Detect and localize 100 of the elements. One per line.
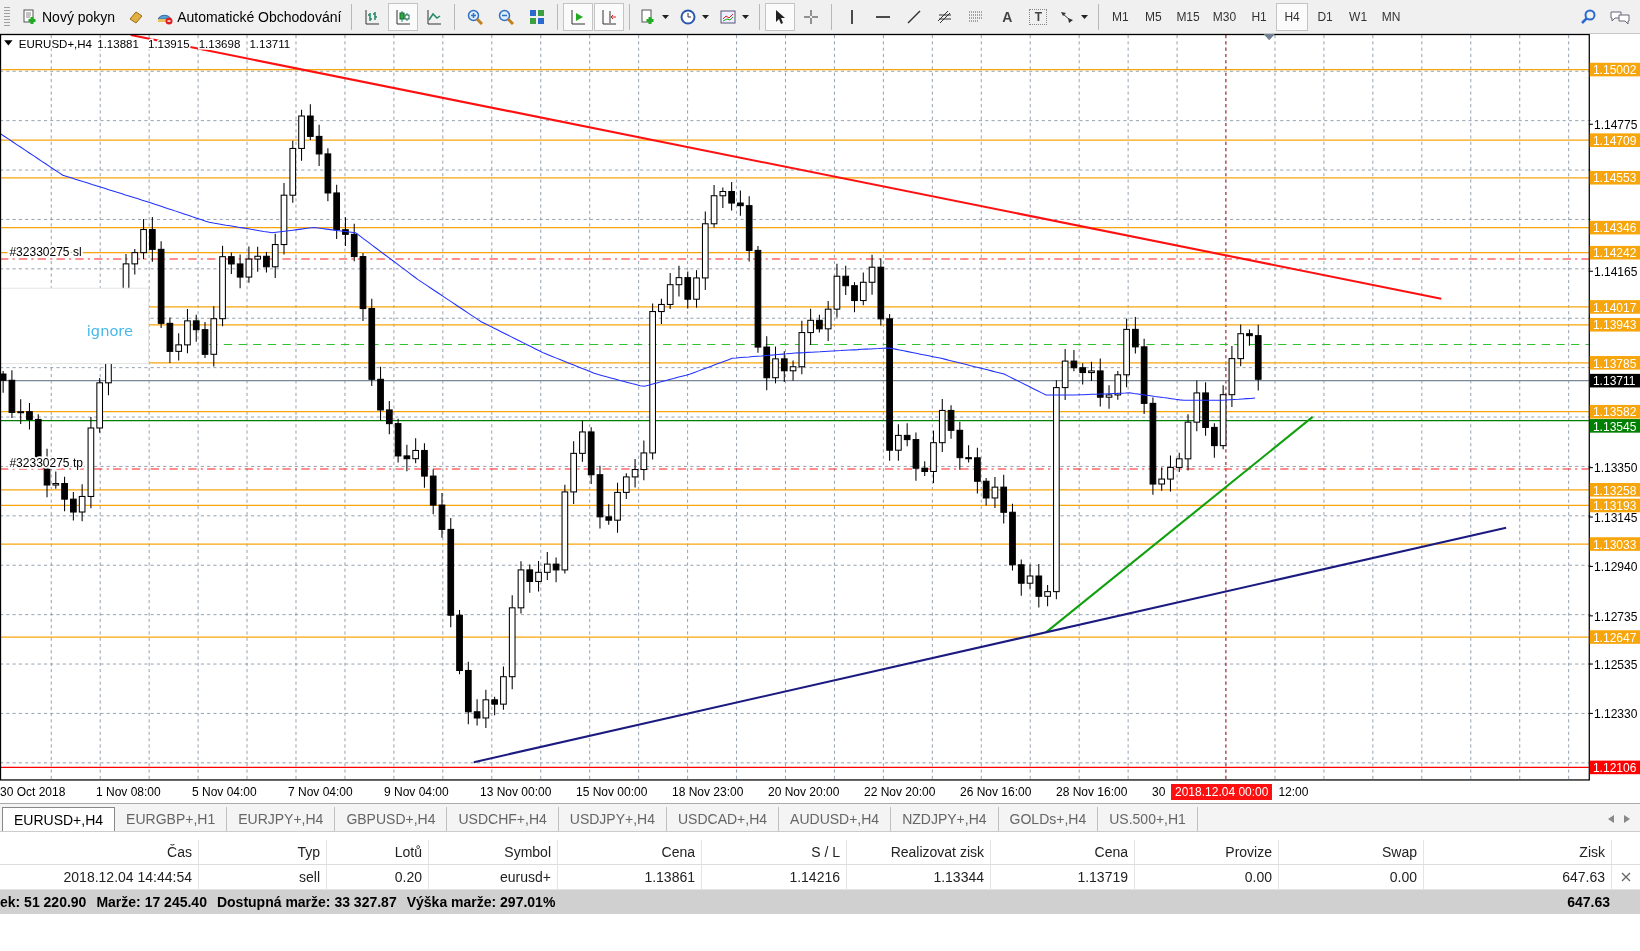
time-label: 1 Nov 08:00 <box>96 785 162 799</box>
plus-document-icon <box>22 8 38 25</box>
chart-tab[interactable]: AUDUSD+,H4 <box>779 807 892 831</box>
toolbar-button[interactable]: Automatické Obchodování <box>152 2 347 31</box>
price-label: 1.12535 <box>1594 657 1638 672</box>
chart-tab[interactable]: GBPUSD+,H4 <box>335 807 448 831</box>
column-header[interactable]: Cena <box>991 840 1135 864</box>
ohlc-value: 1.13711 <box>249 37 291 50</box>
grid-tiles-icon <box>529 8 546 25</box>
chart-tab[interactable]: GOLDs+,H4 <box>998 807 1099 831</box>
table-cell: 0.00 <box>1135 865 1279 889</box>
zoom-out-icon <box>498 8 515 25</box>
table-cell: 647.63 <box>1424 865 1612 889</box>
toolbar-button[interactable]: Nový pokyn <box>17 2 121 31</box>
bar-chart-icon <box>364 8 381 25</box>
column-header[interactable]: Lotů <box>327 840 429 864</box>
horizontal-line-icon <box>876 15 891 18</box>
chart-tab[interactable]: EURGBP+,H1 <box>115 807 228 831</box>
summary-text: Dostupná marže: 33 327.87 <box>216 894 397 910</box>
timeframe-button[interactable]: M15 <box>1170 2 1206 31</box>
scroll-right-icon[interactable] <box>1624 815 1630 823</box>
timeframe-button[interactable]: H1 <box>1243 2 1276 31</box>
price-tag-label: 1.13582 <box>1592 405 1637 420</box>
price-tag-label: 1.13785 <box>1592 356 1637 371</box>
column-header[interactable]: Realizovat zisk <box>847 840 991 864</box>
timeframe-button[interactable]: M30 <box>1206 2 1243 31</box>
time-label: 28 Nov 16:00 <box>1056 785 1129 799</box>
toolbar-button[interactable]: T <box>1029 8 1048 25</box>
timeframe-button[interactable]: M5 <box>1137 2 1170 31</box>
close-icon[interactable] <box>1621 872 1631 882</box>
column-header[interactable]: Swap <box>1279 840 1424 864</box>
price-tag-label: 1.13545 <box>1592 419 1637 434</box>
chart-tab[interactable]: USDCAD+,H4 <box>667 807 780 831</box>
table-cell: sell <box>199 865 327 889</box>
column-header[interactable]: Zisk <box>1424 840 1612 864</box>
price-label: 1.13350 <box>1594 461 1638 476</box>
ohlc-value: 1.13698 <box>198 37 241 50</box>
play-chart-icon <box>570 8 587 25</box>
time-label: 5 Nov 04:00 <box>192 785 258 799</box>
price-tag-label: 1.14709 <box>1592 133 1637 148</box>
column-header[interactable]: Čas <box>0 840 199 864</box>
timeframe-button[interactable]: H4 <box>1276 2 1309 31</box>
price-tag-label: 1.12647 <box>1592 630 1637 645</box>
time-label: 26 Nov 16:00 <box>960 785 1033 799</box>
column-header[interactable]: Symbol <box>429 840 558 864</box>
chart-tab[interactable]: USDCHF+,H4 <box>447 807 559 831</box>
summary-total: 647.63 <box>1567 894 1610 910</box>
line-chart-icon <box>426 8 443 25</box>
price-tag-label: 1.14553 <box>1592 171 1637 186</box>
price-tag-label: 1.14242 <box>1592 246 1637 261</box>
chart-tab[interactable]: NZDJPY+,H4 <box>891 807 999 831</box>
price-tag-label: 1.14346 <box>1592 221 1637 236</box>
chart-tab[interactable]: EURJPY+,H4 <box>227 807 336 831</box>
candlestick-icon <box>395 8 412 25</box>
summary-text: Marže: 17 245.40 <box>96 894 207 910</box>
price-tag-label: 1.13943 <box>1592 318 1637 333</box>
table-cell: eurusd+ <box>429 865 558 889</box>
price-label: 1.14165 <box>1594 264 1638 279</box>
time-label: 9 Nov 04:00 <box>384 785 450 799</box>
toolbar-button[interactable] <box>765 2 796 31</box>
chart-tab[interactable]: USDJPY+,H4 <box>558 807 667 831</box>
time-label: 15 Nov 00:00 <box>576 785 649 799</box>
time-label: 20 Nov 20:00 <box>768 785 841 799</box>
hatched-lines-icon <box>937 8 954 25</box>
column-header[interactable]: Typ <box>199 840 327 864</box>
table-cell: 0.00 <box>1279 865 1424 889</box>
diagonal-line-icon <box>906 8 923 25</box>
column-header[interactable]: S / L <box>702 840 847 864</box>
price-tag-label: 1.12106 <box>1592 761 1637 776</box>
symbol-label: EURUSD+,H4 <box>18 37 92 50</box>
table-cell: 1.13861 <box>558 865 702 889</box>
toolbar-button[interactable]: A <box>992 2 1023 31</box>
table-cell: 2018.12.04 14:44:54 <box>0 865 199 889</box>
timeframe-button[interactable]: M1 <box>1104 2 1137 31</box>
price-label: 1.14775 <box>1594 118 1638 132</box>
price-tag-label: 1.14017 <box>1592 300 1637 315</box>
column-header[interactable]: Provize <box>1135 840 1279 864</box>
column-header[interactable]: Cena <box>558 840 702 864</box>
table-cell: 0.20 <box>327 865 429 889</box>
ohlc-value: 1.13881 <box>97 37 139 50</box>
template-chart-icon <box>720 8 737 25</box>
popup-text: ignore <box>86 322 134 340</box>
time-label: 12:00 <box>1278 785 1309 799</box>
shift-chart-icon <box>601 8 618 25</box>
chart-tab[interactable]: EURUSD+,H4 <box>2 807 116 831</box>
price-tag-label: 1.13033 <box>1592 537 1637 552</box>
summary-text: Výška marže: 297.01% <box>406 894 556 910</box>
summary-text: ek: 51 220.90 <box>0 894 87 910</box>
timeframe-button[interactable]: MN <box>1375 2 1408 31</box>
timeframe-button[interactable]: D1 <box>1309 2 1342 31</box>
price-label: 1.12735 <box>1594 609 1638 624</box>
speech-bubbles-icon <box>1609 8 1631 25</box>
chart-tab[interactable]: US.500+,H1 <box>1098 807 1198 831</box>
search-icon <box>1580 8 1596 25</box>
zoom-in-icon <box>467 8 484 25</box>
timeframe-button[interactable]: W1 <box>1342 2 1375 31</box>
dotted-lines-icon <box>968 8 985 25</box>
scroll-left-icon[interactable] <box>1608 815 1614 823</box>
price-label: 1.12940 <box>1594 560 1638 575</box>
time-label: 22 Nov 20:00 <box>864 785 937 799</box>
